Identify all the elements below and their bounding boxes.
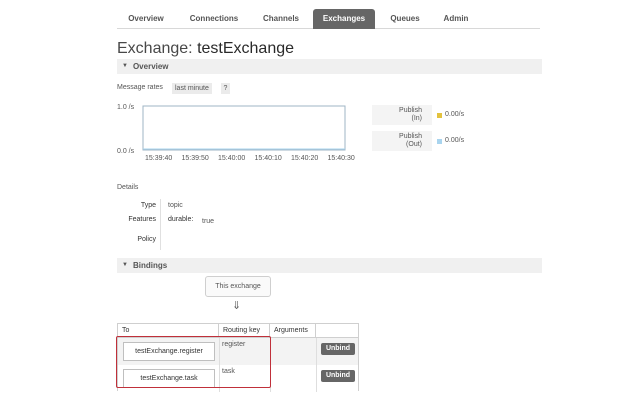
features-key: Features: [128, 216, 156, 223]
x-tick-label: 15:40:00: [218, 155, 245, 162]
column-divider: [316, 338, 317, 365]
legend-publish-out-label: Publish (Out): [374, 133, 422, 149]
destination-link[interactable]: testExchange.register: [123, 342, 215, 361]
tab-channels[interactable]: Channels: [253, 9, 309, 29]
message-rates-label: Message rates: [117, 84, 163, 91]
column-divider: [219, 365, 220, 392]
type-key: Type: [140, 202, 156, 209]
this-exchange-box: This exchange: [205, 276, 271, 297]
page-title: Exchange: testExchange: [117, 40, 294, 58]
tab-connections[interactable]: Connections: [179, 9, 249, 29]
legend-publish-out-line2: (Out): [406, 141, 422, 148]
chart-plot-area: [142, 105, 346, 151]
legend-publish-out-value: 0.00/s: [445, 137, 465, 144]
legend-publish-in-value: 0.00/s: [445, 111, 465, 118]
column-header-to: To: [118, 324, 219, 338]
table-row: testExchange.task task Unbind: [118, 365, 358, 392]
type-value: topic: [168, 202, 183, 209]
durable-key: durable:: [168, 216, 194, 223]
column-divider: [270, 338, 271, 365]
overview-section-header[interactable]: ▼ Overview: [117, 59, 542, 74]
rates-range-selector[interactable]: last minute: [172, 83, 212, 94]
exchange-name: testExchange: [197, 40, 295, 57]
collapse-triangle-icon: ▼: [122, 63, 128, 69]
unbind-button[interactable]: Unbind: [321, 343, 355, 355]
details-divider: [160, 199, 161, 250]
column-divider: [316, 365, 317, 392]
message-rates-chart: 1.0 /s 0.0 /s 15:39:40 15:39:50 15:40:00 15:4…: [117, 104, 355, 162]
x-tick-label: 15:39:50: [182, 155, 209, 162]
legend-publish-out-swatch: [437, 139, 442, 144]
routing-key-value: task: [222, 368, 235, 375]
unbind-button[interactable]: Unbind: [321, 370, 355, 382]
legend-publish-in-line2: (In): [411, 115, 423, 122]
down-arrow-icon: ⇓: [232, 300, 242, 312]
routing-key-value: register: [222, 341, 246, 348]
x-tick-label: 15:39:40: [145, 155, 172, 162]
nav-tabs: Overview Connections Channels Exchanges …: [117, 9, 540, 29]
legend-publish-in-line1: Publish: [399, 107, 422, 114]
bindings-section-header[interactable]: ▼ Bindings: [117, 258, 542, 273]
column-divider: [270, 365, 271, 392]
x-tick-label: 15:40:20: [291, 155, 318, 162]
tab-exchanges[interactable]: Exchanges: [313, 9, 375, 29]
legend-publish-out-line1: Publish: [399, 133, 422, 140]
column-header-actions: [316, 324, 358, 338]
column-header-arguments: Arguments: [270, 324, 316, 338]
table-row: testExchange.register register Unbind: [118, 338, 358, 365]
tab-admin[interactable]: Admin: [435, 9, 477, 29]
collapse-triangle-icon: ▼: [122, 262, 128, 268]
y-tick-label: 1.0 /s: [117, 104, 135, 111]
x-tick-label: 15:40:30: [328, 155, 355, 162]
y-tick-label: 0.0 /s: [117, 148, 135, 155]
help-button[interactable]: ?: [221, 83, 230, 94]
page-title-prefix: Exchange:: [117, 40, 193, 57]
tab-overview[interactable]: Overview: [117, 9, 175, 29]
bindings-table: To Routing key Arguments testExchange.re…: [117, 323, 359, 392]
column-header-routing-key: Routing key: [219, 324, 270, 338]
policy-key: Policy: [137, 236, 156, 243]
legend-publish-in-label: Publish (In): [374, 107, 422, 123]
tab-queues[interactable]: Queues: [379, 9, 431, 29]
column-divider: [219, 338, 220, 365]
bindings-header-label: Bindings: [132, 261, 168, 270]
durable-value: true: [202, 218, 215, 225]
x-tick-label: 15:40:10: [255, 155, 282, 162]
legend-publish-in-swatch: [437, 113, 442, 118]
destination-link[interactable]: testExchange.task: [123, 369, 215, 388]
details-label: Details: [117, 184, 139, 191]
overview-header-label: Overview: [132, 62, 169, 71]
